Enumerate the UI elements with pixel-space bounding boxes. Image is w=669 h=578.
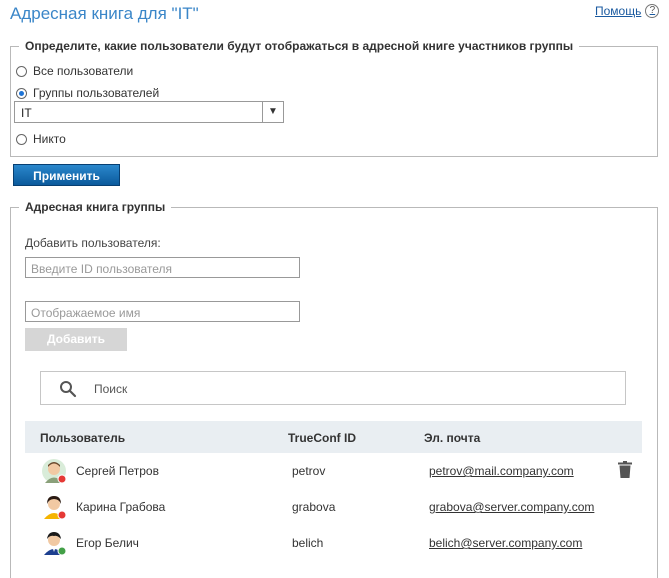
column-email[interactable]: Эл. почта	[424, 431, 480, 445]
avatar	[44, 496, 67, 520]
radio-button[interactable]	[16, 65, 27, 77]
radio-label[interactable]: Группы пользователей	[33, 86, 159, 100]
user-name: Сергей Петров	[76, 464, 159, 478]
user-id-placeholder: Введите ID пользователя	[31, 262, 173, 276]
search-input[interactable]: Поиск	[40, 371, 626, 405]
table-row[interactable]: Сергей Петров petrov petrov@mail.company…	[25, 453, 642, 489]
add-user-button[interactable]: Добавить	[25, 328, 127, 351]
display-name-input[interactable]: Отображаемое имя	[25, 301, 300, 322]
search-placeholder: Поиск	[94, 382, 128, 396]
add-user-label: Добавить пользователя:	[25, 236, 161, 250]
display-name-placeholder: Отображаемое имя	[31, 306, 141, 320]
help-link[interactable]: Помощь ?	[595, 4, 660, 18]
radio-nobody[interactable]: Никто	[16, 132, 66, 146]
radio-button[interactable]	[16, 133, 27, 145]
trueconf-id: petrov	[292, 464, 326, 478]
avatar	[44, 532, 67, 556]
radio-user-groups[interactable]: Группы пользователей	[16, 86, 159, 100]
group-select[interactable]: IT ▼	[14, 101, 284, 123]
help-icon[interactable]: ?	[645, 4, 660, 18]
column-user[interactable]: Пользователь	[40, 431, 125, 445]
radio-label[interactable]: Никто	[33, 132, 66, 146]
visibility-legend: Определите, какие пользователи будут ото…	[19, 39, 580, 53]
apply-button[interactable]: Применить	[13, 164, 120, 186]
trash-icon[interactable]	[618, 461, 632, 478]
table-row[interactable]: Карина Грабова grabova grabova@server.co…	[25, 489, 642, 525]
trueconf-id: grabova	[292, 500, 336, 514]
column-trueconf-id[interactable]: TrueConf ID	[288, 431, 356, 445]
radio-label[interactable]: Все пользователи	[33, 64, 133, 78]
radio-all-users[interactable]: Все пользователи	[16, 64, 133, 78]
help-label[interactable]: Помощь	[595, 4, 641, 18]
user-name: Карина Грабова	[76, 500, 166, 514]
page-title: Адресная книга для "IT"	[10, 4, 199, 23]
trueconf-id: belich	[292, 536, 324, 550]
email-link[interactable]: grabova@server.company.com	[429, 500, 594, 514]
chevron-down-icon[interactable]: ▼	[262, 102, 283, 122]
group-book-legend: Адресная книга группы	[19, 200, 172, 214]
email-link[interactable]: belich@server.company.com	[429, 536, 582, 550]
search-icon	[60, 381, 77, 398]
user-name: Егор Белич	[76, 536, 139, 550]
table-header: Пользователь TrueConf ID Эл. почта	[25, 421, 642, 453]
table-row[interactable]: Егор Белич belich belich@server.company.…	[25, 525, 642, 561]
user-id-input[interactable]: Введите ID пользователя	[25, 257, 300, 278]
avatar	[42, 459, 67, 484]
radio-button-selected[interactable]	[16, 87, 27, 99]
email-link[interactable]: petrov@mail.company.com	[429, 464, 574, 478]
group-select-value: IT	[21, 106, 32, 120]
